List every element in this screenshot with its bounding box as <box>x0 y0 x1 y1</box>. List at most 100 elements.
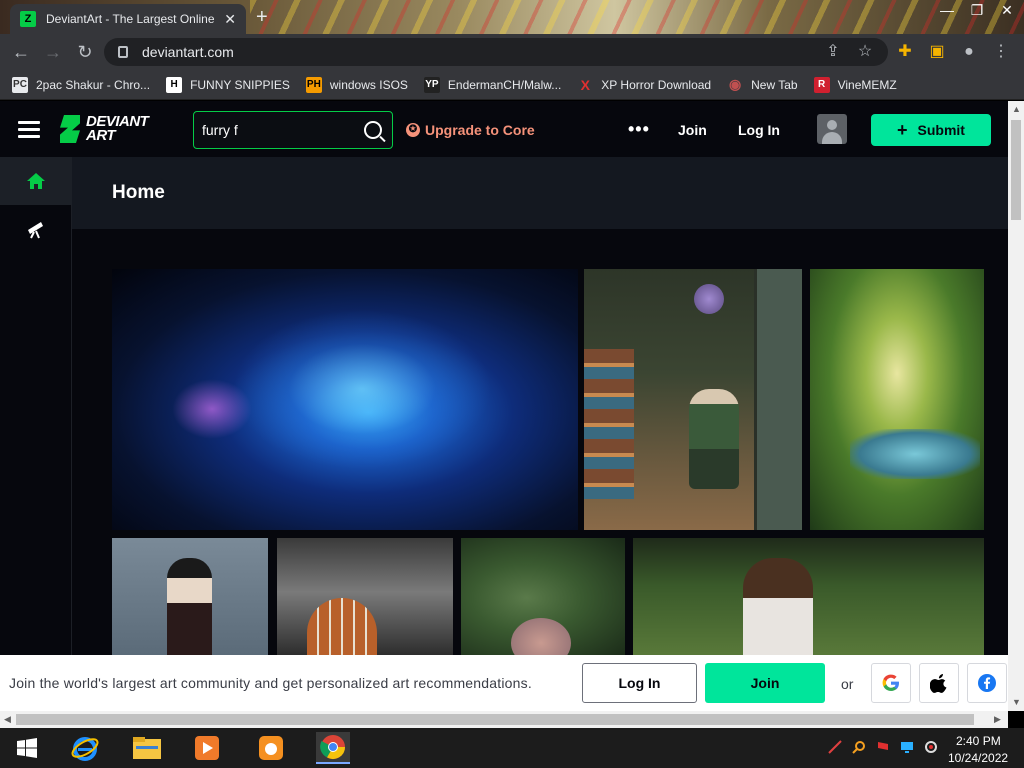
chrome-taskbar-icon[interactable] <box>316 732 350 764</box>
tab-close-icon[interactable]: ✕ <box>224 11 236 28</box>
join-link[interactable]: Join <box>678 122 707 138</box>
scroll-right-arrow-icon[interactable]: ▶ <box>994 714 1001 725</box>
artwork-thumbnail[interactable] <box>584 269 802 530</box>
artwork-thumbnail[interactable] <box>633 538 984 658</box>
clock-time[interactable]: 2:40 PM <box>956 734 1001 748</box>
bookmark-favicon-icon: PC <box>12 76 28 93</box>
horizontal-scroll-thumb[interactable] <box>16 714 974 725</box>
artwork-thumbnail[interactable] <box>112 269 578 530</box>
extensions-puzzle-icon[interactable]: ✚ <box>894 41 916 63</box>
artwork-thumbnail[interactable] <box>277 538 453 658</box>
logo-line2: ART <box>86 127 116 144</box>
page-title: Home <box>112 182 165 203</box>
flag-tray-icon[interactable] <box>876 740 890 754</box>
search-icon[interactable] <box>364 121 382 139</box>
media-player-logo <box>195 736 219 760</box>
nav-explore-button[interactable] <box>0 205 72 253</box>
flag-glyph <box>878 742 888 750</box>
bookmark-item[interactable]: PC 2pac Shakur - Chro... <box>12 76 150 93</box>
reload-icon[interactable]: ↻ <box>74 41 96 63</box>
bookmark-item[interactable]: ◉ New Tab <box>727 76 798 93</box>
logo-wordmark: DEVIANT ART <box>86 114 149 144</box>
home-icon <box>27 173 45 189</box>
more-menu-button[interactable]: ••• <box>628 119 650 140</box>
facebook-login-button[interactable] <box>967 663 1007 703</box>
side-navigation <box>0 157 72 711</box>
bookmark-favicon-icon: YP <box>423 76 440 93</box>
back-arrow-icon[interactable]: ← <box>10 41 32 63</box>
start-button[interactable] <box>10 732 44 764</box>
artwork-thumbnail[interactable] <box>810 269 984 530</box>
bookmark-item[interactable]: H FUNNY SNIPPIES <box>166 76 290 93</box>
banner-login-button[interactable]: Log In <box>582 663 697 703</box>
browser-tab[interactable]: Z DeviantArt - The Largest Online ✕ <box>10 4 246 34</box>
search-box[interactable] <box>193 111 393 149</box>
google-login-button[interactable] <box>871 663 911 703</box>
artwork-detail <box>694 284 724 314</box>
bookmark-favicon-icon: ◉ <box>729 76 742 92</box>
scroll-down-arrow-icon[interactable]: ▼ <box>1012 697 1021 707</box>
file-explorer-icon[interactable] <box>130 732 164 764</box>
media-player-icon[interactable] <box>190 732 224 764</box>
artwork-thumbnail[interactable] <box>112 538 268 658</box>
new-tab-button[interactable]: + <box>256 6 268 29</box>
lock-icon <box>118 46 128 58</box>
upgrade-label: Upgrade to Core <box>425 122 535 138</box>
bookmark-item[interactable]: YP EndermanCH/Malw... <box>423 76 561 93</box>
user-avatar-icon[interactable] <box>817 114 847 144</box>
browser-menu-icon[interactable]: ⋮ <box>990 41 1012 63</box>
bookmark-favicon-icon: PH <box>305 76 322 93</box>
home-title-bar <box>72 157 1008 229</box>
forward-arrow-icon[interactable]: → <box>42 41 64 63</box>
maximize-button[interactable]: ❐ <box>962 0 992 22</box>
artwork-detail <box>172 379 252 439</box>
bookmark-item[interactable]: PH windows ISOS <box>305 76 408 93</box>
scroll-up-arrow-icon[interactable]: ▲ <box>1012 104 1021 114</box>
scroll-left-arrow-icon[interactable]: ◀ <box>4 714 11 725</box>
artwork-detail <box>850 429 980 479</box>
deviantart-page: DEVIANT ART ✪ Upgrade to Core ••• Join L… <box>0 101 1008 711</box>
share-icon[interactable]: ⇪ <box>822 41 844 63</box>
login-link[interactable]: Log In <box>738 122 780 138</box>
banner-join-button[interactable]: Join <box>705 663 825 703</box>
bookmark-favicon-icon: R <box>813 76 830 93</box>
volume-glyph <box>925 741 937 753</box>
monitor-tray-icon[interactable] <box>900 740 914 754</box>
search-input[interactable] <box>202 122 352 138</box>
artwork-detail <box>754 269 802 530</box>
nav-home-button[interactable] <box>0 157 72 205</box>
ie-logo <box>71 737 99 761</box>
address-bar[interactable]: deviantart.com <box>104 38 888 66</box>
deviantart-logo-icon <box>60 115 80 143</box>
uc-browser-icon[interactable] <box>254 732 288 764</box>
vertical-scroll-thumb[interactable] <box>1011 120 1021 220</box>
deviantart-favicon-icon: Z <box>20 11 36 27</box>
volume-tray-icon[interactable] <box>924 740 938 754</box>
deviantart-logo[interactable]: DEVIANT ART <box>60 114 149 144</box>
submit-button[interactable]: + Submit <box>871 114 991 146</box>
pen-tray-icon[interactable] <box>828 740 842 754</box>
bookmark-item[interactable]: X XP Horror Download <box>577 77 712 93</box>
bookmark-item[interactable]: R VineMEMZ <box>813 76 897 93</box>
minimize-button[interactable]: — <box>932 0 962 22</box>
avatar-head <box>827 120 837 130</box>
windows-logo-icon <box>17 738 37 758</box>
search-tray-icon[interactable] <box>852 740 866 754</box>
upgrade-to-core-link[interactable]: ✪ Upgrade to Core <box>406 122 535 138</box>
close-window-button[interactable]: ✕ <box>992 0 1022 22</box>
artwork-thumbnail[interactable] <box>461 538 625 658</box>
artwork-detail <box>232 309 492 469</box>
hamburger-menu-icon[interactable] <box>18 121 40 139</box>
facebook-icon <box>978 674 996 692</box>
artwork-detail <box>307 598 377 658</box>
apple-login-button[interactable] <box>919 663 959 703</box>
internet-explorer-icon[interactable] <box>68 732 102 764</box>
plus-icon: + <box>897 119 908 140</box>
clock-date[interactable]: 10/24/2022 <box>948 751 1008 765</box>
bookmark-favicon-icon: H <box>166 76 183 93</box>
profile-icon[interactable]: ● <box>958 41 980 63</box>
sidebar-panel-icon[interactable]: ▣ <box>926 41 948 63</box>
bookmark-star-icon[interactable]: ☆ <box>854 41 876 63</box>
artwork-detail <box>584 349 634 499</box>
bookmark-label: VineMEMZ <box>837 77 897 92</box>
